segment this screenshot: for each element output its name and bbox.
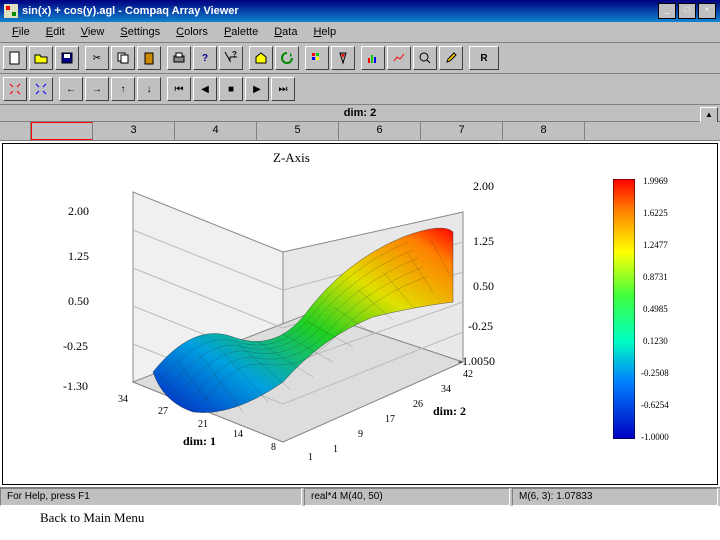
x-tick: 27 <box>158 406 168 417</box>
stop-button[interactable]: ■ <box>219 77 243 101</box>
back-link[interactable]: Back to Main Menu <box>0 506 720 530</box>
menu-help[interactable]: Help <box>305 24 344 40</box>
timer-button[interactable] <box>331 46 355 70</box>
y-tick: 17 <box>385 414 395 425</box>
x-tick: 1 <box>308 452 313 463</box>
menu-settings[interactable]: Settings <box>112 24 168 40</box>
new-button[interactable] <box>3 46 27 70</box>
minimize-button[interactable]: _ <box>658 3 676 19</box>
status-type: real*4 M(40, 50) <box>304 488 510 506</box>
z-tick: 0.50 <box>473 279 494 294</box>
z-tick: -1.0050 <box>458 354 495 369</box>
col-header[interactable]: 3 <box>93 122 175 140</box>
context-help-button[interactable]: ? <box>219 46 243 70</box>
collapse-button[interactable] <box>29 77 53 101</box>
x-tick: 14 <box>233 429 243 440</box>
copy-button[interactable] <box>111 46 135 70</box>
menu-edit[interactable]: Edit <box>38 24 73 40</box>
prev-button[interactable]: ◀ <box>193 77 217 101</box>
maximize-button[interactable]: □ <box>678 3 696 19</box>
y-tick: 9 <box>358 429 363 440</box>
col-header[interactable]: 6 <box>339 122 421 140</box>
cb-tick: 0.4985 <box>643 304 668 314</box>
col-header[interactable]: 5 <box>257 122 339 140</box>
y-tick: 42 <box>463 369 473 380</box>
nav-up-button[interactable]: ↑ <box>111 77 135 101</box>
y-tick: 1 <box>333 444 338 455</box>
paste-button[interactable] <box>137 46 161 70</box>
save-button[interactable] <box>55 46 79 70</box>
y-tick: 34 <box>441 384 451 395</box>
window-title: sin(x) + cos(y).agl - Compaq Array Viewe… <box>22 5 656 17</box>
col-header[interactable]: 4 <box>175 122 257 140</box>
x-tick: 34 <box>118 394 128 405</box>
svg-text:?: ? <box>232 51 237 59</box>
cb-tick: 0.1230 <box>643 336 668 346</box>
chart-line-button[interactable] <box>387 46 411 70</box>
cb-tick: 0.8731 <box>643 272 668 282</box>
colorbar <box>613 179 635 439</box>
last-button[interactable]: ⏭ <box>271 77 295 101</box>
y-tick: 26 <box>413 399 423 410</box>
column-headers: 3 4 5 6 7 8 <box>0 122 720 141</box>
toolbar-2: ← → ↑ ↓ ⏮ ◀ ■ ▶ ⏭ <box>0 74 720 105</box>
toolbar-1: ✂ ? ? R <box>0 43 720 74</box>
grid-button[interactable] <box>305 46 329 70</box>
menubar: File Edit View Settings Colors Palette D… <box>0 22 720 43</box>
cut-button[interactable]: ✂ <box>85 46 109 70</box>
nav-down-button[interactable]: ↓ <box>137 77 161 101</box>
y-label: dim: 2 <box>433 404 466 419</box>
app-icon <box>4 4 18 18</box>
status-cursor: M(6, 3): 1.07833 <box>512 488 718 506</box>
cb-tick: 1.9969 <box>643 176 668 186</box>
nav-left-button[interactable]: ← <box>59 77 83 101</box>
menu-colors[interactable]: Colors <box>168 24 216 40</box>
z-tick: 1.25 <box>473 234 494 249</box>
cb-tick: -0.2508 <box>641 368 669 378</box>
status-bar: For Help, press F1 real*4 M(40, 50) M(6,… <box>0 487 720 506</box>
menu-data[interactable]: Data <box>266 24 305 40</box>
x-tick: 8 <box>271 442 276 453</box>
x-label: dim: 1 <box>183 434 216 449</box>
z-tick: 0.50 <box>68 294 89 309</box>
cb-tick: -0.6254 <box>641 400 669 410</box>
r-button[interactable]: R <box>469 46 499 70</box>
next-button[interactable]: ▶ <box>245 77 269 101</box>
z-tick: 2.00 <box>68 204 89 219</box>
z-tick: -0.25 <box>63 339 88 354</box>
z-tick: -1.30 <box>63 379 88 394</box>
menu-palette[interactable]: Palette <box>216 24 266 40</box>
help-button[interactable]: ? <box>193 46 217 70</box>
z-tick: 1.25 <box>68 249 89 264</box>
open-button[interactable] <box>29 46 53 70</box>
col-header[interactable]: 7 <box>421 122 503 140</box>
home-button[interactable] <box>249 46 273 70</box>
edit-button[interactable] <box>439 46 463 70</box>
first-button[interactable]: ⏮ <box>167 77 191 101</box>
z-tick: -0.25 <box>468 319 493 334</box>
nav-right-button[interactable]: → <box>85 77 109 101</box>
close-button[interactable]: × <box>698 3 716 19</box>
chart-3d-surface[interactable]: Z-Axis <box>2 143 718 485</box>
refresh-button[interactable] <box>275 46 299 70</box>
menu-view[interactable]: View <box>73 24 113 40</box>
menu-file[interactable]: File <box>4 24 38 40</box>
cb-tick: -1.0000 <box>641 432 669 442</box>
expand-button[interactable] <box>3 77 27 101</box>
zoom-in-button[interactable] <box>413 46 437 70</box>
print-button[interactable] <box>167 46 191 70</box>
col-header[interactable]: 8 <box>503 122 585 140</box>
z-tick: 2.00 <box>473 179 494 194</box>
status-help: For Help, press F1 <box>0 488 302 506</box>
cb-tick: 1.2477 <box>643 240 668 250</box>
x-tick: 21 <box>198 419 208 430</box>
dim-header: dim: 2 <box>0 105 720 122</box>
chart-bar-button[interactable] <box>361 46 385 70</box>
cb-tick: 1.6225 <box>643 208 668 218</box>
